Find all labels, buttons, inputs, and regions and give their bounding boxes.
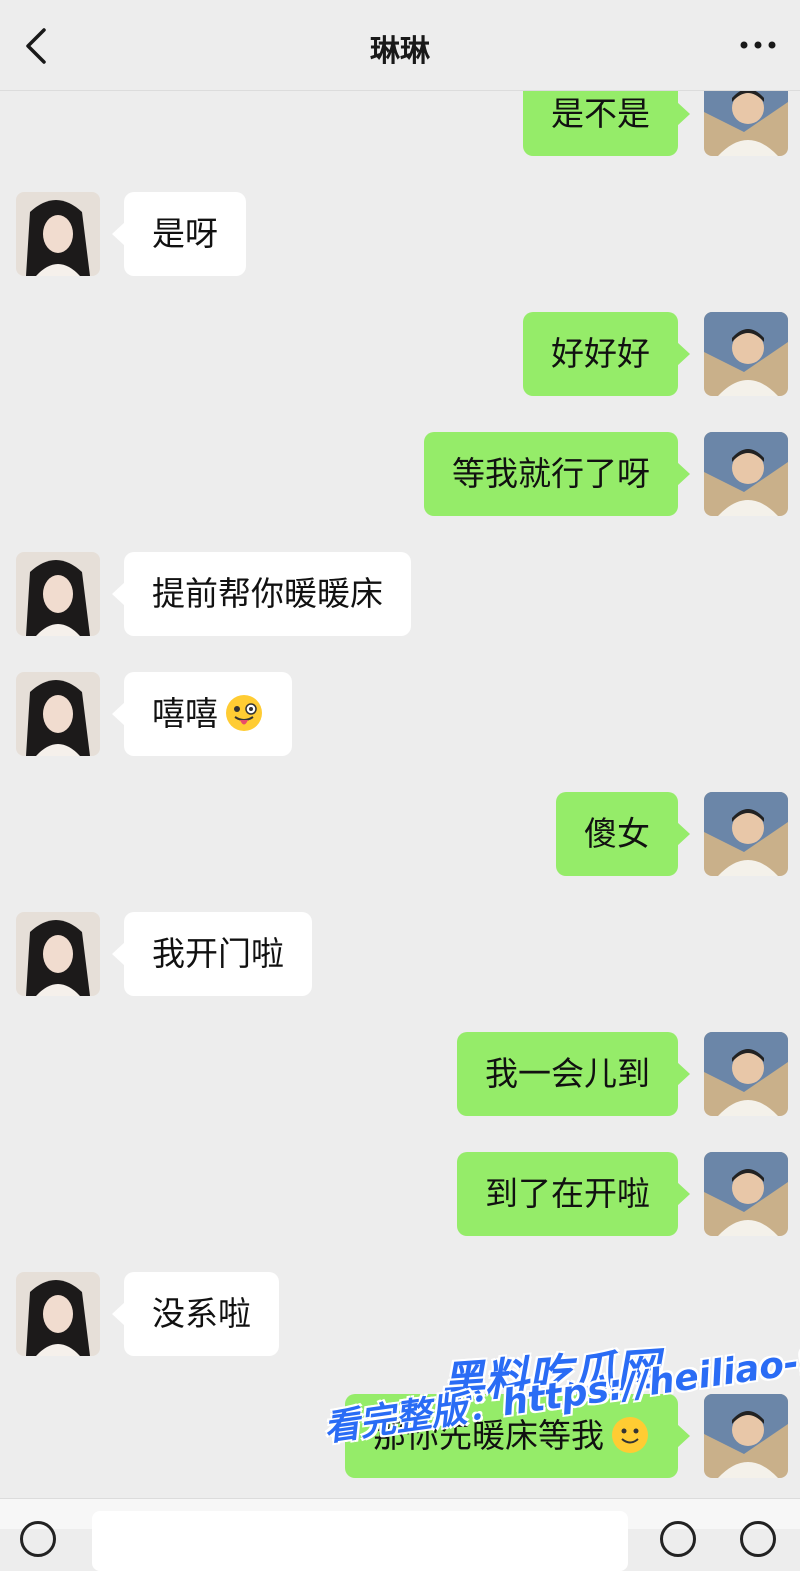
contact-avatar[interactable]: [16, 672, 100, 756]
message-bubble[interactable]: 到了在开啦: [457, 1152, 690, 1236]
winking-tongue-emoji-icon: [226, 694, 262, 731]
self-avatar[interactable]: [704, 1152, 788, 1236]
message-input[interactable]: [92, 1511, 628, 1571]
message-row: 没系啦: [0, 1272, 800, 1358]
message-bubble[interactable]: 我一会儿到: [457, 1032, 690, 1116]
contact-avatar[interactable]: [16, 552, 100, 636]
message-bubble[interactable]: 嘻嘻: [112, 672, 292, 756]
message-row: 提前帮你暖暖床: [0, 552, 800, 638]
voice-icon[interactable]: [20, 1521, 56, 1557]
message-row: 等我就行了呀: [0, 432, 800, 518]
message-bubble[interactable]: 是呀: [112, 192, 246, 276]
contact-avatar[interactable]: [16, 1272, 100, 1356]
message-row: 是呀: [0, 192, 800, 278]
message-bubble[interactable]: 那你先暖床等我: [345, 1394, 690, 1478]
message-row: 我一会儿到: [0, 1032, 800, 1118]
self-avatar[interactable]: [704, 1032, 788, 1116]
message-row: 嘻嘻: [0, 672, 800, 758]
message-bubble[interactable]: 没系啦: [112, 1272, 279, 1356]
message-bubble[interactable]: 等我就行了呀: [424, 432, 690, 516]
message-bubble[interactable]: 提前帮你暖暖床: [112, 552, 411, 636]
message-row: 到了在开啦: [0, 1152, 800, 1238]
message-bubble[interactable]: 傻女: [556, 792, 690, 876]
contact-avatar[interactable]: [16, 912, 100, 996]
self-avatar[interactable]: [704, 432, 788, 516]
more-dots-icon[interactable]: [738, 28, 778, 62]
message-row: 傻女: [0, 792, 800, 878]
message-row: 那你先暖床等我: [0, 1394, 800, 1480]
input-bar: [0, 1498, 800, 1571]
self-avatar[interactable]: [704, 312, 788, 396]
message-bubble[interactable]: 好好好: [523, 312, 690, 396]
chat-area[interactable]: 是不是 是呀 好好好 等我就行了呀 提前帮你暖暖床 嘻嘻 傻女 我开门啦 我一会…: [0, 0, 800, 1528]
message-text: 嘻嘻: [152, 694, 218, 733]
message-bubble[interactable]: 我开门啦: [112, 912, 312, 996]
navigation-bar: 琳琳: [0, 0, 800, 91]
self-avatar[interactable]: [704, 1394, 788, 1478]
contact-avatar[interactable]: [16, 192, 100, 276]
message-row: 好好好: [0, 312, 800, 398]
chat-title: 琳琳: [370, 34, 430, 69]
self-avatar[interactable]: [704, 792, 788, 876]
message-row: 我开门啦: [0, 912, 800, 998]
plus-icon[interactable]: [740, 1521, 776, 1557]
message-text: 那你先暖床等我: [373, 1416, 604, 1455]
smile-emoji-icon: [612, 1416, 648, 1453]
emoji-icon[interactable]: [660, 1521, 696, 1557]
